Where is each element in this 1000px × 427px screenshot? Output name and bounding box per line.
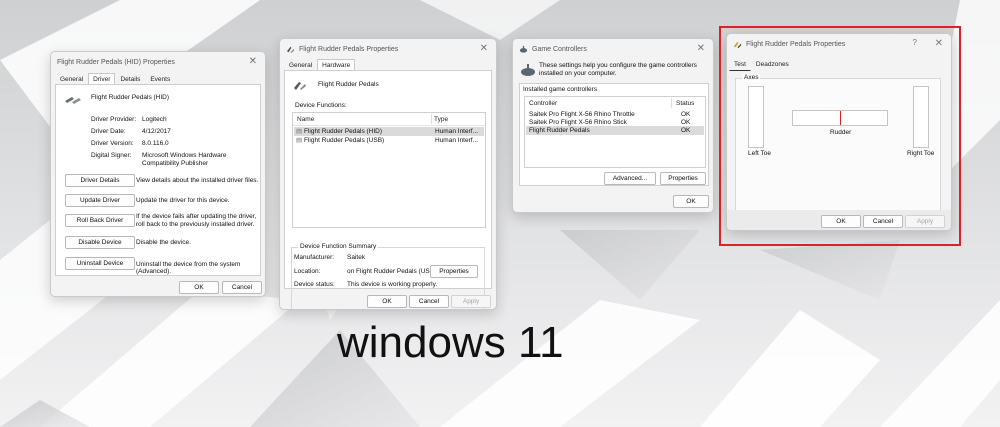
row-name: Flight Rudder Pedals (USB) [304, 137, 385, 144]
rudder-pedals-icon [65, 97, 81, 104]
ok-button[interactable]: OK [367, 295, 407, 308]
driver-provider-label: Driver Provider: [91, 116, 137, 123]
installed-label: Installed game controllers [523, 86, 598, 93]
summary-label: Device Function Summary [298, 243, 379, 250]
roll-back-driver-button[interactable]: Roll Back Driver [65, 214, 135, 227]
properties-button[interactable]: Properties [430, 265, 478, 278]
game-controller-icon [519, 45, 528, 53]
disable-device-button[interactable]: Disable Device [65, 236, 135, 249]
hardware-properties-dialog: Flight Rudder Pedals Properties ✕ Genera… [279, 38, 497, 310]
usb-device-icon: ▤ [296, 128, 303, 135]
hid-titlebar: Flight Rudder Pedals (HID) Properties ✕ [51, 52, 265, 72]
device-status-value: This device is working properly. [347, 281, 438, 288]
update-driver-desc: Update the driver for this device. [136, 197, 230, 204]
table-row[interactable]: Flight Rudder Pedals OK [526, 126, 704, 135]
functions-label: Device Functions: [295, 102, 347, 109]
manufacturer-label: Manufacturer: [294, 254, 335, 261]
caption-text: windows 11 [337, 318, 564, 367]
driver-date-label: Driver Date: [91, 128, 126, 135]
uninstall-device-desc: Uninstall the device from the system (Ad… [136, 261, 241, 275]
hid-title: Flight Rudder Pedals (HID) Properties [57, 58, 175, 66]
gc-title: Game Controllers [532, 45, 587, 53]
col-status-header[interactable]: Status [676, 100, 694, 107]
ok-button[interactable]: OK [179, 281, 219, 294]
gc-titlebar: Game Controllers ✕ [513, 39, 713, 59]
controllers-list: Controller Status Saitek Pro Flight X-56… [524, 96, 706, 168]
location-label: Location: [294, 268, 321, 275]
col-controller-header[interactable]: Controller [529, 100, 557, 107]
device-name: Flight Rudder Pedals [318, 81, 379, 88]
digital-signer-value: Microsoft Windows Hardware Compatibility… [142, 152, 227, 167]
device-name: Flight Rudder Pedals (HID) [91, 94, 170, 101]
digital-signer-label: Digital Signer: [91, 152, 132, 159]
uninstall-device-button[interactable]: Uninstall Device [65, 257, 135, 270]
row-status: OK [681, 127, 691, 134]
close-icon[interactable]: ✕ [697, 43, 705, 54]
red-highlight-frame [719, 26, 961, 246]
disable-device-desc: Disable the device. [136, 239, 191, 246]
row-status: OK [681, 119, 691, 126]
row-status: OK [681, 111, 691, 118]
cancel-button[interactable]: Cancel [409, 295, 449, 308]
functions-list: Name Type ▤ Flight Rudder Pedals (HID) H… [292, 112, 486, 228]
advanced-button[interactable]: Advanced... [604, 172, 656, 185]
driver-version-label: Driver Version: [91, 140, 134, 147]
table-row[interactable]: ▤ Flight Rudder Pedals (HID) Human Inter… [294, 127, 484, 136]
row-name: Flight Rudder Pedals (HID) [304, 128, 383, 135]
ok-button[interactable]: OK [673, 195, 709, 208]
location-value: on Flight Rudder Pedals (USB) [347, 268, 437, 275]
driver-provider-value: Logitech [142, 116, 167, 123]
joystick-icon [294, 82, 306, 90]
driver-date-value: 4/12/2017 [142, 128, 171, 135]
hw-title: Flight Rudder Pedals Properties [299, 45, 399, 53]
gc-panel: Installed game controllers Controller St… [519, 83, 709, 186]
properties-button[interactable]: Properties [660, 172, 706, 185]
col-name-header[interactable]: Name [297, 116, 314, 123]
row-name: Saitek Pro Flight X-56 Rhino Stick [529, 119, 627, 126]
hid-driver-panel: Flight Rudder Pedals (HID) Driver Provid… [55, 84, 261, 276]
row-name: Saitek Pro Flight X-56 Rhino Throttle [529, 111, 635, 118]
cancel-button[interactable]: Cancel [222, 281, 262, 294]
driver-details-button[interactable]: Driver Details [65, 174, 135, 187]
gc-intro: These settings help you configure the ga… [539, 62, 697, 77]
usb-device-icon: ▤ [296, 137, 303, 144]
driver-details-desc: View details about the installed driver … [136, 177, 259, 184]
update-driver-button[interactable]: Update Driver [65, 194, 135, 207]
roll-back-driver-desc: If the device fails after updating the d… [136, 213, 257, 228]
game-controller-icon [521, 64, 535, 76]
hw-titlebar: Flight Rudder Pedals Properties ✕ [280, 39, 496, 59]
row-name: Flight Rudder Pedals [529, 127, 590, 134]
game-controllers-dialog: Game Controllers ✕ These settings help y… [512, 38, 714, 213]
close-icon[interactable]: ✕ [480, 43, 488, 54]
row-type: Human Interf... [435, 137, 478, 144]
col-type-header[interactable]: Type [434, 116, 448, 123]
apply-button[interactable]: Apply [451, 295, 491, 308]
row-type: Human Interf... [435, 128, 478, 135]
driver-version-value: 8.0.116.0 [142, 140, 169, 147]
device-status-label: Device status: [294, 281, 335, 288]
joystick-icon [286, 46, 295, 53]
close-icon[interactable]: ✕ [249, 56, 257, 67]
hid-properties-dialog: Flight Rudder Pedals (HID) Properties ✕ … [50, 51, 266, 297]
table-row[interactable]: ▤ Flight Rudder Pedals (USB) Human Inter… [294, 136, 484, 145]
manufacturer-value: Saitek [347, 254, 366, 261]
